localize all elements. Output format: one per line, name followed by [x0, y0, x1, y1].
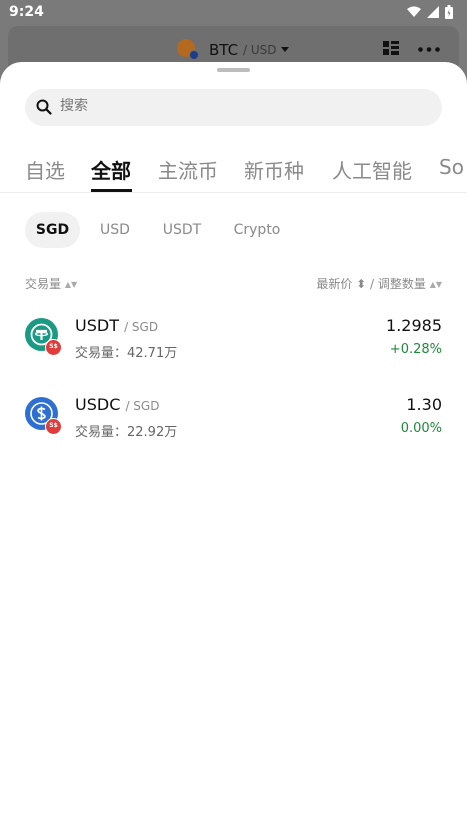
- wifi-icon: [407, 6, 421, 17]
- market-row-usdc[interactable]: S$ USDC / SGD 交易量：22.92万 1.30 0.00%: [0, 395, 467, 457]
- quote-text: / SGD: [124, 320, 159, 334]
- pair-selector-sheet: 自选 全部 主流币 新币种 人工智能 So SGD USD USDT Crypt…: [0, 62, 467, 830]
- drag-handle[interactable]: [217, 68, 250, 72]
- chevron-down-icon[interactable]: [281, 47, 289, 52]
- sort-price-change[interactable]: 最新价 ⬍ / 调整数量 ▲▼: [316, 275, 442, 292]
- sort-icon: ▲▼: [64, 280, 78, 289]
- pair-price: 1.2985: [386, 316, 442, 335]
- more-icon[interactable]: [418, 47, 440, 52]
- pair-price: 1.30: [406, 395, 442, 414]
- pair-change: +0.28%: [389, 342, 442, 357]
- tab-ai[interactable]: 人工智能: [332, 155, 412, 184]
- sgd-badge-icon: S$: [45, 339, 62, 356]
- category-tabs: 自选 全部 主流币 新币种 人工智能 So: [0, 155, 467, 193]
- pair-change: 0.00%: [400, 421, 442, 436]
- column-price-change-label: 最新价 ⬍ / 调整数量: [316, 277, 426, 291]
- currency-filter-crypto[interactable]: Crypto: [229, 212, 285, 248]
- status-bar: 9:24: [0, 0, 467, 26]
- symbol-text: USDT: [75, 316, 119, 335]
- pair-symbol: USDT / SGD: [75, 316, 158, 335]
- tab-mainstream[interactable]: 主流币: [158, 155, 218, 184]
- signal-icon: [427, 6, 439, 18]
- tab-all[interactable]: 全部: [91, 155, 131, 184]
- search-icon: [36, 99, 52, 115]
- market-row-usdt[interactable]: S$ USDT / SGD 交易量：42.71万 1.2985 +0.28%: [0, 316, 467, 378]
- pair-volume: 交易量：42.71万: [75, 346, 178, 361]
- pair-base[interactable]: BTC: [209, 41, 238, 59]
- search-input[interactable]: [60, 98, 420, 114]
- sort-icon: ▲▼: [429, 280, 442, 289]
- tab-new-coins[interactable]: 新币种: [244, 155, 304, 184]
- battery-icon: [445, 5, 453, 19]
- usd-badge-icon: [189, 50, 199, 60]
- layout-grid-icon[interactable]: [383, 41, 399, 55]
- tab-more[interactable]: So: [439, 155, 464, 179]
- status-icons: [407, 5, 453, 19]
- pair-symbol: USDC / SGD: [75, 395, 159, 414]
- active-tab-indicator: [91, 189, 132, 192]
- pair-volume: 交易量：22.92万: [75, 425, 178, 440]
- status-time: 9:24: [9, 4, 44, 20]
- search-bar[interactable]: [25, 89, 442, 126]
- sort-volume[interactable]: 交易量 ▲▼: [25, 275, 77, 292]
- quote-text: / SGD: [125, 399, 160, 413]
- currency-filter-sgd[interactable]: SGD: [25, 212, 80, 248]
- column-volume-label: 交易量: [25, 277, 62, 291]
- tab-watchlist[interactable]: 自选: [25, 155, 65, 184]
- pair-quote[interactable]: / USD: [243, 43, 277, 57]
- currency-filter-usdt[interactable]: USDT: [158, 212, 206, 248]
- sgd-badge-icon: S$: [45, 418, 62, 435]
- symbol-text: USDC: [75, 395, 121, 414]
- currency-filter-usd[interactable]: USD: [95, 212, 135, 248]
